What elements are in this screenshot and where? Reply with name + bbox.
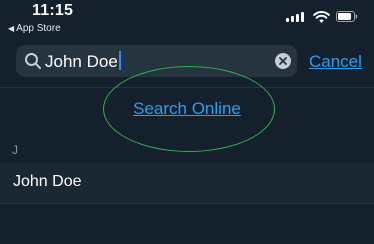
cellular-signal-icon [286,10,306,24]
list-item[interactable]: John Doe [0,163,374,203]
search-input-text[interactable]: John Doe [45,51,121,72]
clear-x-icon [279,57,287,65]
back-app-label: App Store [16,23,61,34]
section-header: J [12,143,18,157]
clear-search-button[interactable] [275,53,291,69]
search-icon [25,53,41,69]
wifi-icon [313,10,330,23]
list-divider [0,203,374,204]
status-time: 11:15 [32,2,74,19]
battery-icon [336,11,358,22]
status-icons [286,10,360,24]
cancel-button[interactable]: Cancel [309,52,362,72]
status-bar: 11:15 ◀ App Store [0,0,374,40]
highlight-annotation-ellipse [103,66,275,152]
back-triangle-icon: ◀ [8,24,15,33]
back-to-app-button[interactable]: ◀ App Store [8,23,61,34]
contact-name: John Doe [13,173,82,190]
text-cursor [118,51,121,70]
